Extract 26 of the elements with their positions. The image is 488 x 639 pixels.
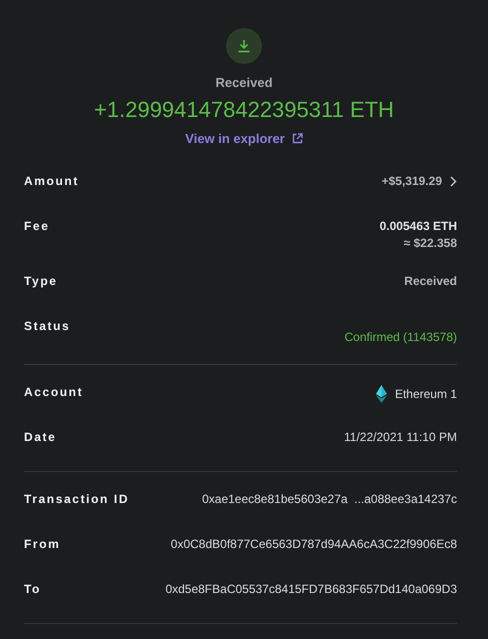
field-label: From	[24, 537, 60, 551]
ethereum-icon	[376, 385, 387, 403]
field-value: 0xd5e8FBaC05537c8415FD7B683F657Dd140a069D3	[165, 582, 457, 596]
field-label: Account	[24, 385, 84, 399]
field-label: Type	[24, 274, 58, 288]
download-icon	[226, 28, 262, 64]
transaction-type: Received	[215, 75, 273, 90]
status-value: Confirmed (1143578)	[344, 330, 457, 344]
explorer-link[interactable]: View in explorer	[185, 131, 303, 146]
field-value: Received	[404, 274, 457, 288]
field-label: Date	[24, 430, 56, 444]
field-value: 11/22/2021 11:10 PM	[344, 430, 457, 444]
field-value: 0.005463 ETH	[380, 219, 457, 233]
field-value: ≈ $22.358	[404, 236, 457, 250]
field-value: 0x0C8dB0f877Ce6563D787d94AA6cA3C22f9906Ec8	[170, 537, 457, 551]
amount-value: +$5,319.29	[382, 174, 442, 188]
field-label: Status	[24, 319, 70, 333]
field-value: 0xae1eec8e81be5603e27a ...a088ee3a14237c	[202, 492, 457, 506]
account-name: Ethereum 1	[394, 387, 457, 401]
chevron-right-icon[interactable]	[450, 176, 457, 186]
transaction-amount: +1.299941478422395311 ETH	[94, 97, 394, 123]
field-label: Fee	[24, 219, 50, 233]
external-link-icon[interactable]	[292, 133, 303, 144]
field-label: To	[24, 582, 41, 596]
field-label: Amount	[24, 174, 79, 188]
field-label: Transaction ID	[24, 492, 130, 506]
